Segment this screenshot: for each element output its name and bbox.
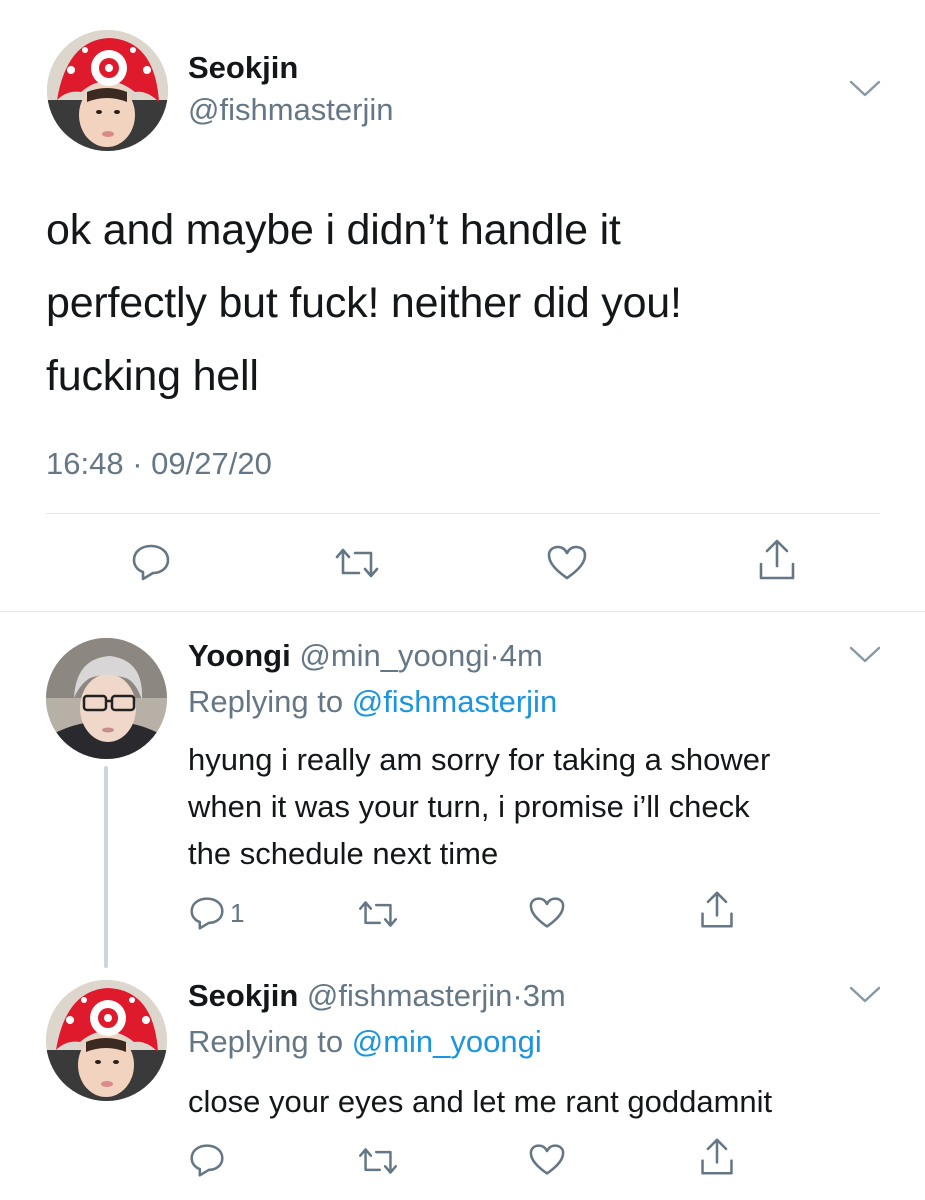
divider <box>0 611 925 612</box>
heart-icon[interactable] <box>528 896 566 930</box>
display-name[interactable]: Yoongi <box>188 638 291 673</box>
timestamp-separator: · <box>132 446 143 481</box>
chevron-down-icon[interactable] <box>848 78 882 100</box>
heart-icon[interactable] <box>528 1143 566 1177</box>
tweet-date: 09/27/20 <box>151 446 272 481</box>
replying-to-handle-link[interactable]: @min_yoongi <box>352 1024 542 1059</box>
tweet-text-line: hyung i really am sorry for taking a sho… <box>188 742 771 777</box>
display-name[interactable]: Seokjin <box>188 50 298 86</box>
divider <box>46 513 880 514</box>
reply-icon[interactable] <box>188 1142 226 1178</box>
tweet-text-line: perfectly but fuck! neither did you! <box>46 279 682 327</box>
user-handle[interactable]: @fishmasterjin <box>188 92 393 128</box>
share-icon[interactable] <box>698 890 736 930</box>
tweet-text-line: ok and maybe i didn’t handle it <box>46 206 621 254</box>
retweet-icon[interactable] <box>356 1145 400 1177</box>
chevron-down-icon[interactable] <box>848 644 882 666</box>
avatar-image <box>46 638 167 759</box>
replying-to-handle-link[interactable]: @fishmasterjin <box>352 684 557 719</box>
avatar-yoongi[interactable] <box>46 638 167 759</box>
user-handle[interactable]: @min_yoongi <box>299 638 489 673</box>
avatar-image <box>46 980 167 1101</box>
tweet-text-line: close your eyes and let me rant goddamni… <box>188 1084 773 1119</box>
display-name[interactable]: Seokjin <box>188 978 298 1013</box>
tweet-age: 3m <box>522 978 566 1013</box>
avatar-image <box>47 30 168 151</box>
header-separator: · <box>489 638 500 673</box>
retweet-icon[interactable] <box>356 898 400 930</box>
reply-header: Seokjin @fishmasterjin·3m <box>188 978 566 1014</box>
tweet-text: close your eyes and let me rant goddamni… <box>188 1078 772 1125</box>
tweet-text-line: when it was your turn, i promise i’ll ch… <box>188 789 750 824</box>
avatar-seokjin[interactable] <box>47 30 168 151</box>
thread-connector-line <box>104 766 108 968</box>
replying-to-label: Replying to <box>188 684 344 719</box>
replying-to: Replying to @min_yoongi <box>188 1024 542 1060</box>
user-handle[interactable]: @fishmasterjin <box>307 978 512 1013</box>
tweet-time: 16:48 <box>46 446 124 481</box>
avatar-seokjin[interactable] <box>46 980 167 1101</box>
reply-icon[interactable] <box>130 542 172 582</box>
share-icon[interactable] <box>698 1137 736 1177</box>
chevron-down-icon[interactable] <box>848 984 882 1006</box>
tweet-text-line: the schedule next time <box>188 836 499 871</box>
retweet-icon[interactable] <box>333 545 381 581</box>
tweet-text: hyung i really am sorry for taking a sho… <box>188 736 770 877</box>
reply-icon[interactable] <box>188 895 226 931</box>
replying-to-label: Replying to <box>188 1024 344 1059</box>
reply-header: Yoongi @min_yoongi·4m <box>188 638 543 674</box>
tweet-timestamp: 16:48 · 09/27/20 <box>46 444 272 484</box>
share-icon[interactable] <box>756 538 798 582</box>
tweet-age: 4m <box>499 638 543 673</box>
header-separator: · <box>512 978 523 1013</box>
tweet-text-line: fucking hell <box>46 352 259 400</box>
heart-icon[interactable] <box>546 544 588 582</box>
replying-to: Replying to @fishmasterjin <box>188 684 557 720</box>
reply-count: 1 <box>230 898 245 928</box>
tweet-text: ok and maybe i didn’t handle it perfectl… <box>46 194 682 413</box>
